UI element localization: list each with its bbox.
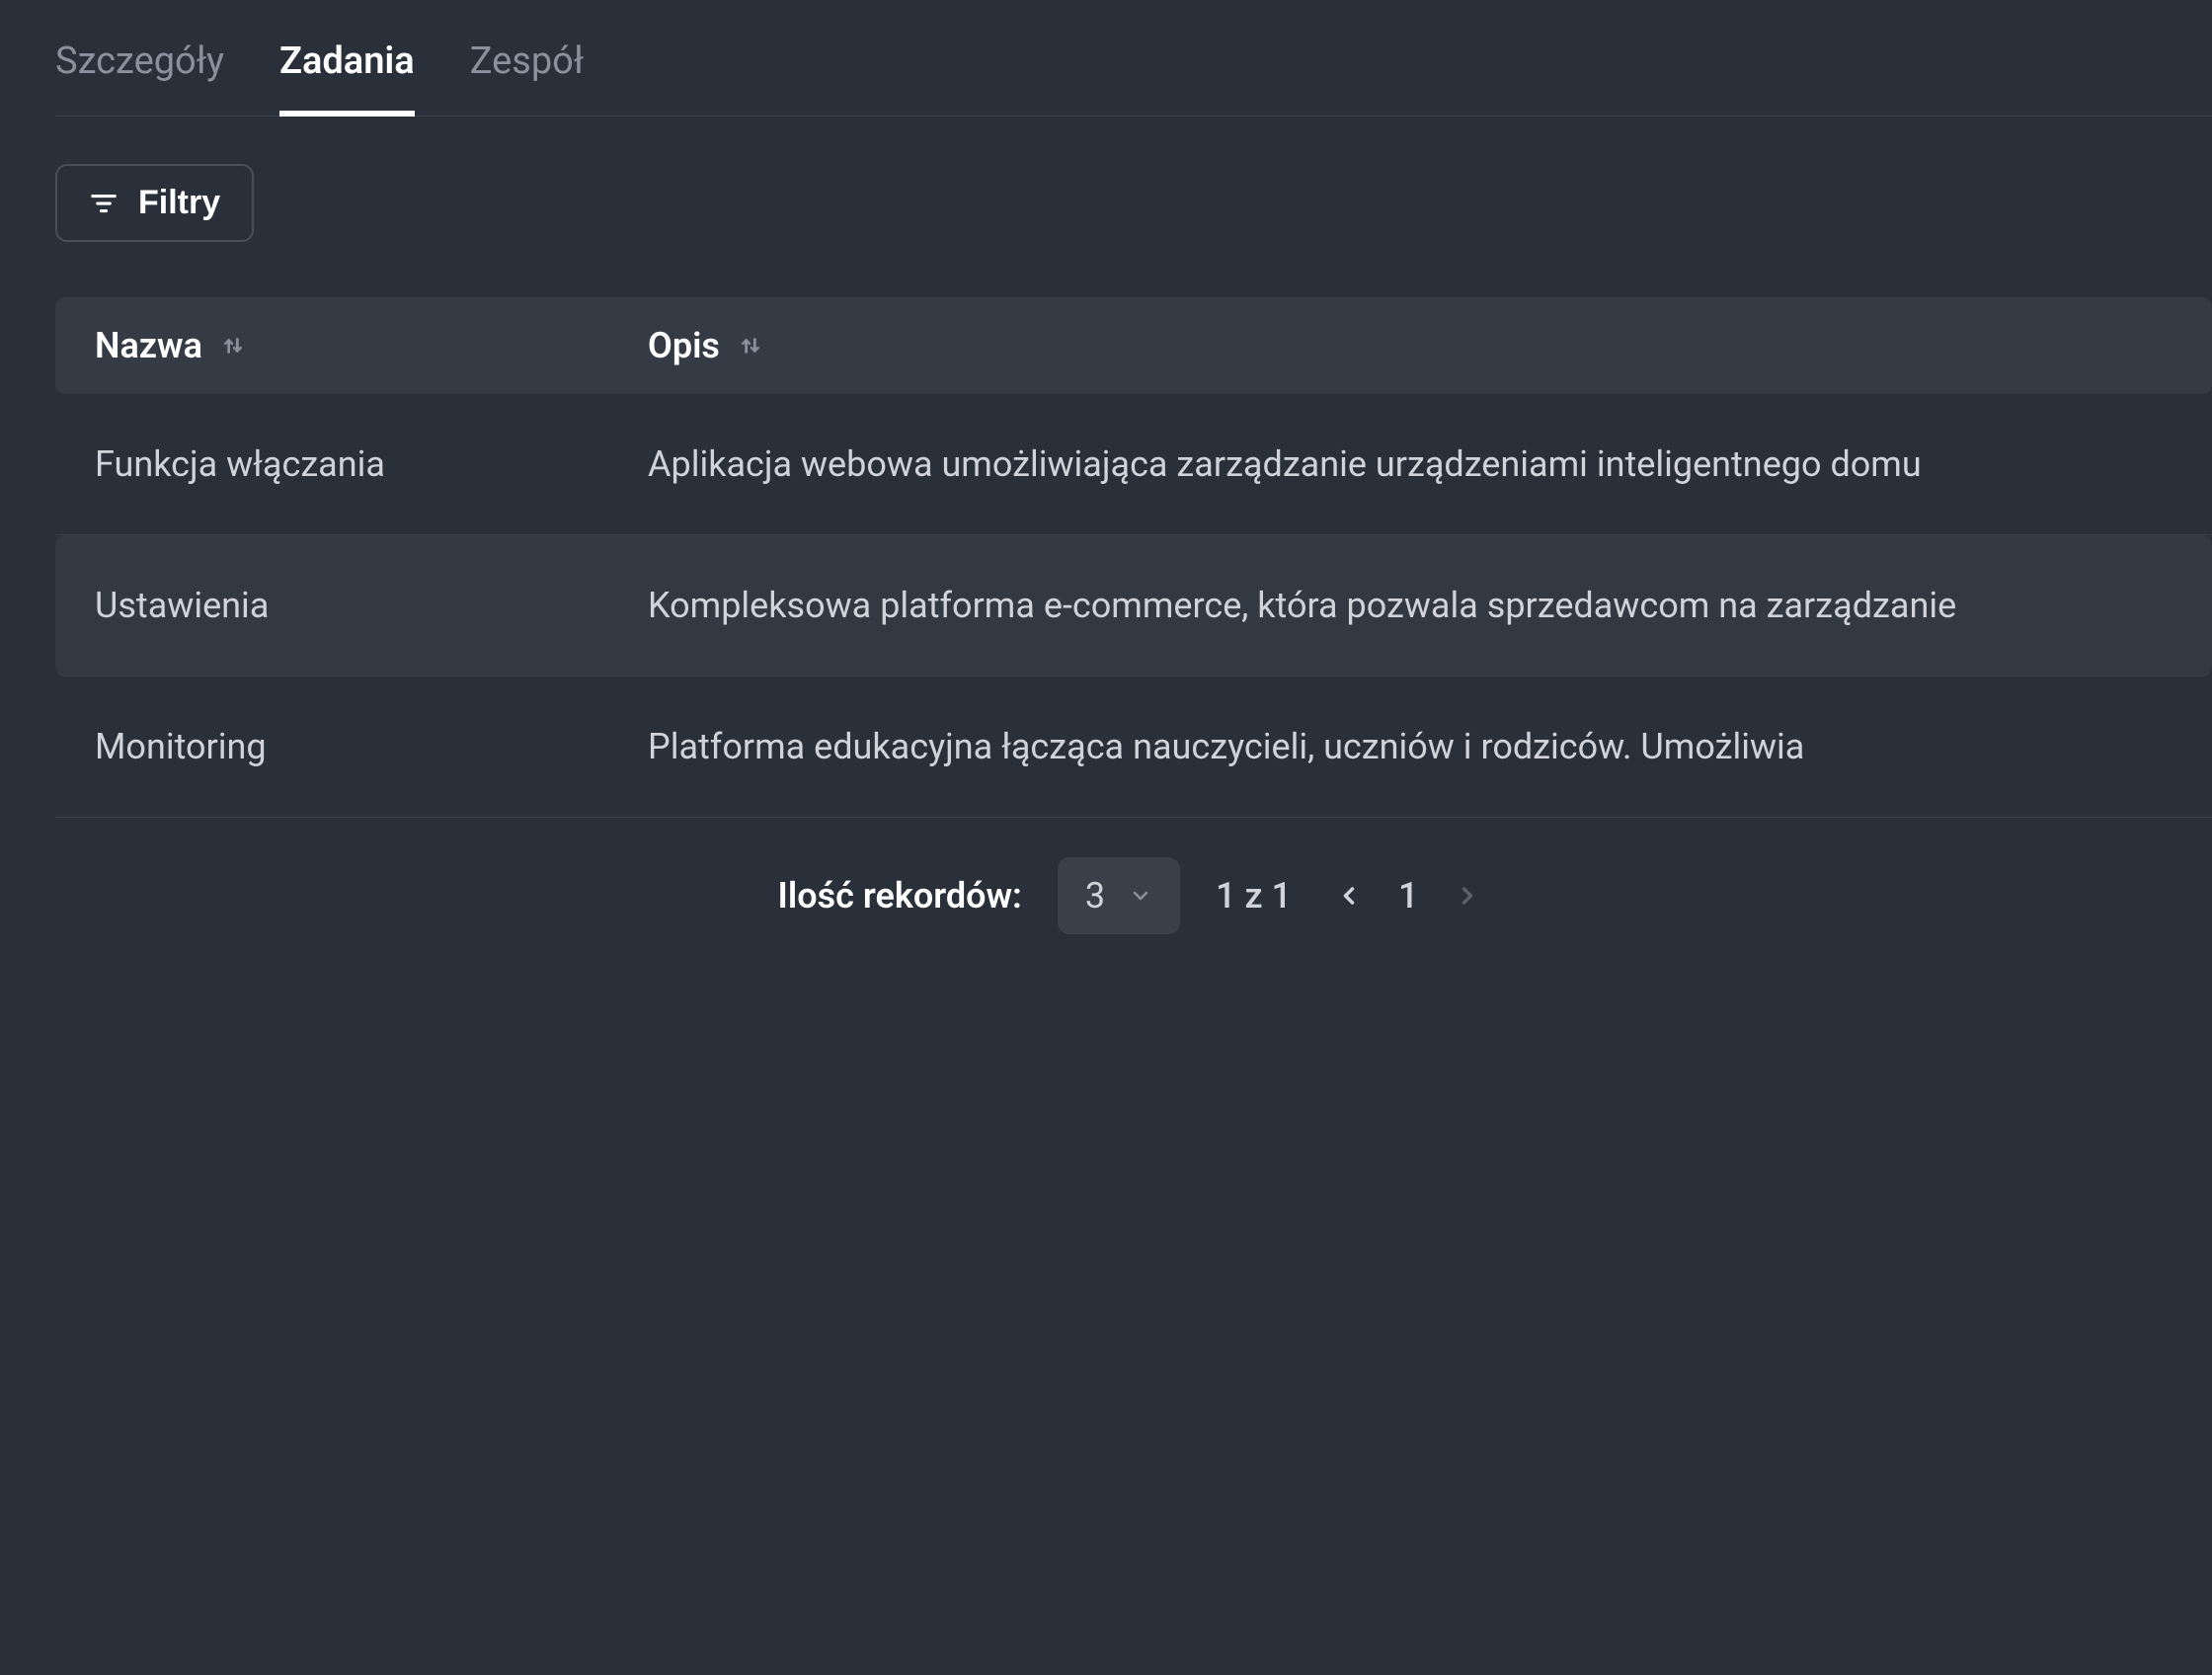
table-row[interactable]: Ustawienia Kompleksowa platforma e-comme… — [55, 535, 2212, 677]
tabs: Szczegóły Zadania Zespół — [55, 40, 2212, 117]
tasks-table: Nazwa Opis — [55, 297, 2212, 818]
sort-icon — [738, 333, 763, 359]
current-page: 1 — [1398, 875, 1418, 917]
column-header-name-label: Nazwa — [95, 325, 202, 366]
next-page-button[interactable] — [1446, 874, 1489, 917]
filters-label: Filtry — [138, 184, 220, 222]
cell-name: Monitoring — [95, 726, 648, 767]
page-size-select[interactable]: 3 — [1058, 857, 1180, 934]
prev-page-button[interactable] — [1327, 874, 1371, 917]
cell-name: Funkcja włączania — [95, 443, 648, 485]
table-row[interactable]: Monitoring Platforma edukacyjna łącząca … — [55, 677, 2212, 818]
chevron-left-icon — [1335, 882, 1363, 910]
records-label: Ilość rekordów: — [778, 875, 1022, 917]
sort-icon — [220, 333, 246, 359]
tab-tasks[interactable]: Zadania — [279, 40, 415, 117]
cell-desc: Kompleksowa platforma e-commerce, która … — [648, 585, 2172, 626]
tab-details[interactable]: Szczegóły — [55, 40, 224, 116]
chevron-right-icon — [1454, 882, 1481, 910]
cell-desc: Aplikacja webowa umożliwiająca zarządzan… — [648, 443, 2172, 485]
table-header: Nazwa Opis — [55, 297, 2212, 394]
filter-icon — [89, 189, 118, 218]
tab-team[interactable]: Zespół — [470, 40, 584, 116]
chevron-down-icon — [1129, 875, 1152, 917]
filters-button[interactable]: Filtry — [55, 164, 254, 242]
cell-desc: Platforma edukacyjna łącząca nauczycieli… — [648, 726, 2172, 767]
pagination: Ilość rekordów: 3 1 z 1 1 — [55, 857, 2212, 934]
table-row[interactable]: Funkcja włączania Aplikacja webowa umożl… — [55, 394, 2212, 535]
column-header-desc-label: Opis — [648, 325, 720, 366]
page-size-value: 3 — [1085, 875, 1105, 917]
column-header-desc[interactable]: Opis — [648, 325, 2172, 366]
cell-name: Ustawienia — [95, 585, 648, 626]
column-header-name[interactable]: Nazwa — [95, 325, 648, 366]
page-info: 1 z 1 — [1216, 875, 1292, 917]
